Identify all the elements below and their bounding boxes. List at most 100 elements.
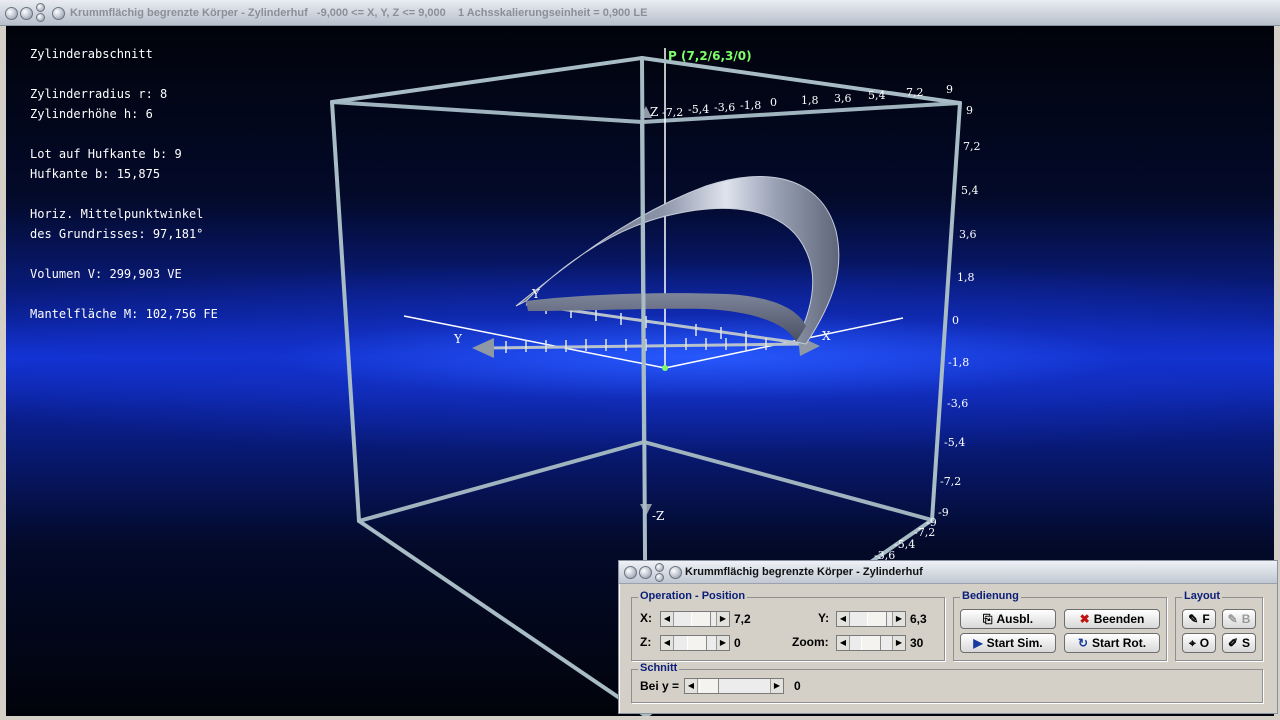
zoom-slider-thumb[interactable]	[861, 636, 881, 650]
axis-y-label: Y	[453, 332, 463, 346]
window-menu-button[interactable]	[5, 7, 18, 20]
layout-b-button[interactable]: ✎ B	[1222, 609, 1256, 629]
zoom-slider[interactable]: ◀ ▶	[836, 635, 906, 651]
info-panel: Zylinderabschnitt Zylinderradius r: 8 Zy…	[30, 44, 218, 324]
maximize-button[interactable]	[36, 3, 45, 12]
control-title: Krummflächig begrenzte Körper - Zylinder…	[685, 566, 923, 578]
operation-legend: Operation - Position	[638, 590, 748, 602]
window-title: Krummflächig begrenzte Körper - Zylinder…	[70, 7, 648, 19]
schnitt-label: Bei y =	[640, 679, 680, 693]
y-label: Y:	[818, 611, 830, 625]
start-rot-button[interactable]: ↻ Start Rot.	[1064, 633, 1160, 653]
x-label: X:	[640, 611, 652, 625]
layout-o-label: O	[1199, 636, 1210, 650]
axis-z-label: Z	[650, 105, 658, 119]
info-hufkante: Hufkante b: 15,875	[30, 167, 161, 181]
right-tick: 1,8	[957, 271, 975, 284]
top-tick: -1,8	[740, 99, 761, 112]
start-sim-label: Start Sim.	[986, 636, 1043, 650]
bottom-tick: -7,2	[914, 526, 935, 539]
bedienung-group: Bedienung ⎘ Ausbl. ✖ Beenden ▶ Start Sim…	[953, 590, 1167, 661]
info-height: Zylinderhöhe h: 6	[30, 107, 153, 121]
right-tick: 9	[966, 104, 973, 117]
top-tick: 0	[770, 96, 777, 109]
info-lot: Lot auf Hufkante b: 9	[30, 147, 182, 161]
control-minimize-button[interactable]	[639, 566, 652, 579]
close-button[interactable]	[36, 13, 45, 22]
schnitt-slider-right-arrow[interactable]: ▶	[770, 679, 783, 693]
x-slider-thumb[interactable]	[691, 612, 711, 626]
y-slider-right-arrow[interactable]: ▶	[892, 612, 905, 626]
z-slider[interactable]: ◀ ▶	[660, 635, 730, 651]
x-slider-right-arrow[interactable]: ▶	[716, 612, 729, 626]
right-tick: 5,4	[961, 184, 979, 197]
control-help-button[interactable]	[669, 566, 682, 579]
point-label: P (7,2/6,3/0)	[668, 49, 752, 63]
info-volume: Volumen V: 299,903 VE	[30, 267, 182, 281]
info-surface: Mantelfläche M: 102,756 FE	[30, 307, 218, 321]
cylinder-hoof-surface	[515, 176, 840, 345]
x-slider-left-arrow[interactable]: ◀	[661, 612, 674, 626]
layout-b-label: B	[1241, 612, 1251, 626]
ausbl-button[interactable]: ⎘ Ausbl.	[960, 609, 1056, 629]
start-sim-button[interactable]: ▶ Start Sim.	[960, 633, 1056, 653]
top-tick: -7,2	[662, 106, 683, 119]
info-angle-line1: Horiz. Mittelpunktwinkel	[30, 207, 204, 221]
crosshair-icon: ⌖	[1188, 635, 1196, 650]
schnitt-slider-thumb[interactable]	[699, 679, 719, 693]
zoom-slider-right-arrow[interactable]: ▶	[892, 636, 905, 650]
z-slider-left-arrow[interactable]: ◀	[661, 636, 674, 650]
schnitt-slider-left-arrow[interactable]: ◀	[685, 679, 698, 693]
y-slider-thumb[interactable]	[867, 612, 887, 626]
zoom-slider-left-arrow[interactable]: ◀	[837, 636, 850, 650]
right-tick: -1,8	[948, 356, 969, 369]
info-heading: Zylinderabschnitt	[30, 47, 153, 61]
top-tick: -3,6	[714, 101, 735, 114]
layout-o-button[interactable]: ⌖ O	[1182, 633, 1216, 653]
close-x-icon: ✖	[1079, 612, 1090, 626]
z-value: 0	[734, 636, 741, 650]
schnitt-legend: Schnitt	[638, 662, 680, 674]
info-radius: Zylinderradius r: 8	[30, 87, 168, 101]
beenden-button[interactable]: ✖ Beenden	[1064, 609, 1160, 629]
control-maximize-button[interactable]	[655, 563, 664, 572]
control-close-button[interactable]	[655, 573, 664, 582]
zoom-value: 30	[910, 636, 924, 650]
zoom-label: Zoom:	[792, 635, 829, 649]
z-slider-right-arrow[interactable]: ▶	[716, 636, 729, 650]
minimize-button[interactable]	[20, 7, 33, 20]
right-tick: -9	[938, 506, 949, 519]
axis-negz-label: -Z	[652, 509, 664, 523]
ausbl-label: Ausbl.	[996, 612, 1034, 626]
x-value: 7,2	[734, 612, 751, 626]
start-rot-label: Start Rot.	[1092, 636, 1147, 650]
layout-s-label: S	[1242, 636, 1251, 650]
layout-s-button[interactable]: ✐ S	[1222, 633, 1256, 653]
bottom-tick: -5,4	[894, 538, 915, 551]
play-icon: ▶	[973, 636, 983, 650]
right-tick: -7,2	[940, 475, 961, 488]
y-slider-left-arrow[interactable]: ◀	[837, 612, 850, 626]
right-tick: 7,2	[963, 140, 981, 153]
control-title-bar[interactable]: Krummflächig begrenzte Körper - Zylinder…	[619, 561, 1277, 584]
schnitt-slider[interactable]: ◀ ▶	[684, 678, 784, 694]
z-label: Z:	[640, 635, 652, 649]
paint-icon: ✐	[1227, 636, 1239, 650]
top-tick: 5,4	[868, 89, 886, 102]
schnitt-group: Schnitt Bei y = ◀ ▶ 0	[631, 662, 1263, 703]
bedienung-legend: Bedienung	[960, 590, 1021, 602]
right-tick: 0	[952, 314, 959, 327]
help-button[interactable]	[52, 7, 65, 20]
main-title-bar: Krummflächig begrenzte Körper - Zylinder…	[0, 0, 1280, 26]
right-tick: 3,6	[959, 228, 977, 241]
z-slider-thumb[interactable]	[687, 636, 707, 650]
layout-f-button[interactable]: ✎ F	[1182, 609, 1216, 629]
layout-f-label: F	[1202, 612, 1210, 626]
top-tick: 9	[946, 83, 953, 96]
x-slider[interactable]: ◀ ▶	[660, 611, 730, 627]
control-menu-button[interactable]	[624, 566, 637, 579]
y-value: 6,3	[910, 612, 927, 626]
top-tick: -5,4	[688, 103, 709, 116]
y-slider[interactable]: ◀ ▶	[836, 611, 906, 627]
rotate-icon: ↻	[1077, 636, 1089, 650]
